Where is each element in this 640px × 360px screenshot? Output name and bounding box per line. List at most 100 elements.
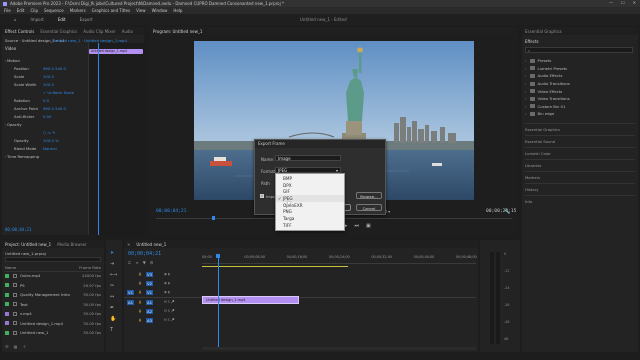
- format-option[interactable]: TIFF: [276, 222, 344, 229]
- track-name[interactable]: V3: [146, 271, 154, 277]
- timeline-playhead[interactable]: [217, 254, 219, 350]
- expand-arrow-icon[interactable]: ›: [525, 81, 527, 86]
- settings-icon[interactable]: 🔧: [504, 209, 510, 215]
- time-ruler[interactable]: 00;00 00;00;08;00 00;00;16;00 00;00;24;00 00…: [202, 254, 477, 264]
- effect-property-value[interactable]: 100.0: [43, 74, 83, 79]
- list-view-icon[interactable]: ☰: [5, 344, 9, 350]
- name-field[interactable]: Image: [275, 155, 341, 161]
- effect-property-value[interactable]: 0.0: [43, 98, 83, 103]
- expand-arrow-icon[interactable]: ›: [525, 104, 527, 109]
- menu-edit[interactable]: Edit: [17, 8, 25, 13]
- track-select-icon[interactable]: ⇥: [110, 261, 117, 267]
- menu-file[interactable]: File: [4, 8, 11, 13]
- effect-row[interactable]: Position 960.0 540.0: [2, 64, 88, 72]
- icon-view-icon[interactable]: ▦: [14, 344, 18, 350]
- panel-section-header[interactable]: Lumetri Color: [525, 147, 635, 156]
- effect-row[interactable]: ✓ Uniform Scale: [2, 88, 88, 96]
- tab-audio-mixer[interactable]: Audio Clip Mixer: [83, 29, 115, 34]
- effect-property-value[interactable]: 100.0: [43, 82, 83, 87]
- lock-icon[interactable]: 🔒: [138, 318, 142, 322]
- tab-sequence[interactable]: Untitled new_1: [136, 242, 166, 247]
- menu-graphics[interactable]: Graphics and Titles: [92, 8, 130, 13]
- effects-folder[interactable]: › Custom Bin 01: [525, 103, 635, 111]
- effect-property-value[interactable]: 960.0 540.0: [43, 66, 83, 71]
- expand-arrow-icon[interactable]: ›: [525, 111, 527, 116]
- effect-row[interactable]: Anchor Point 960.0 540.0: [2, 104, 88, 112]
- effect-row[interactable]: Opacity 100.0 %: [2, 136, 88, 144]
- effect-row[interactable]: Rotation 0.0: [2, 96, 88, 104]
- effects-folder[interactable]: › Video Effects: [525, 87, 635, 95]
- razor-tool-icon[interactable]: ✂: [110, 283, 117, 289]
- project-item[interactable]: Quality Management Intro 30.00 fps: [5, 290, 101, 300]
- lock-icon[interactable]: 🔒: [138, 290, 142, 294]
- track-name[interactable]: V2: [146, 280, 154, 286]
- menu-sequence[interactable]: Sequence: [44, 8, 64, 13]
- panel-section-header[interactable]: History: [525, 183, 635, 192]
- effect-row[interactable]: › Opacity: [2, 120, 88, 128]
- linked-icon[interactable]: ∞: [135, 260, 138, 265]
- track-name[interactable]: A3: [146, 317, 154, 323]
- panel-section-header[interactable]: Markers: [525, 171, 635, 180]
- timeline-timecode[interactable]: 00;00;04;21: [128, 251, 161, 257]
- project-item[interactable]: v.mp4 30.00 fps: [5, 309, 101, 319]
- export-frame-icon[interactable]: ▣: [366, 223, 371, 229]
- program-timecode[interactable]: 00;00;04;21: [156, 209, 186, 214]
- expand-arrow-icon[interactable]: ›: [525, 89, 527, 94]
- source-patch[interactable]: A1: [127, 299, 135, 305]
- lock-icon[interactable]: 🔒: [138, 281, 142, 285]
- col-rate[interactable]: Frame Rate: [79, 265, 101, 270]
- cancel-button[interactable]: Cancel: [356, 204, 382, 211]
- lock-icon[interactable]: 🔒: [138, 272, 142, 276]
- close-button[interactable]: ✕: [633, 0, 636, 5]
- track-name[interactable]: A2: [146, 308, 154, 314]
- expand-arrow-icon[interactable]: ›: [525, 58, 527, 63]
- home-icon[interactable]: ⌂: [14, 17, 17, 22]
- lock-icon[interactable]: 🔒: [138, 300, 142, 304]
- timeline-clip[interactable]: Untitled design_1.mp4: [202, 296, 300, 304]
- effect-row[interactable]: › Motion: [2, 56, 88, 64]
- type-tool-icon[interactable]: T: [110, 327, 117, 333]
- format-option[interactable]: PNG: [276, 208, 344, 215]
- import-checkbox[interactable]: ✓: [260, 194, 264, 198]
- program-playhead[interactable]: [212, 216, 215, 220]
- lock-icon[interactable]: 🔒: [138, 309, 142, 313]
- pen-tool-icon[interactable]: ✒: [110, 305, 117, 311]
- track-name[interactable]: A1: [146, 299, 154, 305]
- effect-row[interactable]: › Time Remapping: [2, 152, 88, 160]
- effect-row[interactable]: Anti-flicker 0.00: [2, 112, 88, 120]
- menu-clip[interactable]: Clip: [30, 8, 38, 13]
- tab-effect-controls[interactable]: Effect Controls: [5, 29, 34, 34]
- ripple-edit-icon[interactable]: ⟷: [110, 272, 117, 278]
- tab-edit[interactable]: Edit: [58, 17, 66, 22]
- expand-arrow-icon[interactable]: ›: [525, 66, 527, 71]
- effect-property-value[interactable]: 960.0 540.0: [43, 106, 83, 111]
- go-to-out-icon[interactable]: ⏭: [354, 223, 359, 229]
- panel-section-header[interactable]: Libraries: [525, 159, 635, 168]
- ec-timecode[interactable]: 00;00;04;21: [5, 227, 32, 232]
- tab-audio[interactable]: Audio: [122, 29, 133, 34]
- new-item-icon[interactable]: ＋: [22, 344, 26, 350]
- wrench-icon[interactable]: ⚙: [150, 260, 154, 265]
- effect-row[interactable]: Scale Width 100.0: [2, 80, 88, 88]
- project-item[interactable]: Untitled design_1.mp4 30.00 fps: [5, 319, 101, 329]
- format-option[interactable]: Targa: [276, 215, 344, 222]
- timeline-scrollbar[interactable]: [202, 347, 476, 350]
- menu-window[interactable]: Window: [152, 8, 168, 13]
- panel-section-header[interactable]: Info: [525, 195, 635, 204]
- hand-tool-icon[interactable]: ✋: [110, 316, 117, 322]
- effects-folder[interactable]: › Video Transitions: [525, 95, 635, 103]
- effect-row[interactable]: Blend Mode Normal: [2, 144, 88, 152]
- project-item[interactable]: Untitled new_1 30.00 fps: [5, 328, 101, 338]
- project-item[interactable]: P5 29.97 fps: [5, 281, 101, 291]
- track-name[interactable]: V1: [146, 289, 154, 295]
- effect-property-value[interactable]: 0.00: [43, 114, 83, 119]
- project-item[interactable]: Text 30.00 fps: [5, 300, 101, 310]
- selection-tool-icon[interactable]: ➤: [110, 250, 117, 256]
- menu-help[interactable]: Help: [173, 8, 182, 13]
- browse-button[interactable]: Browse...: [356, 192, 382, 199]
- marker-icon[interactable]: ▼: [143, 260, 146, 265]
- slip-tool-icon[interactable]: ↔: [110, 294, 117, 300]
- work-area-bar[interactable]: [202, 266, 348, 267]
- effect-property-value[interactable]: Normal: [43, 146, 83, 151]
- tab-export[interactable]: Export: [80, 17, 93, 22]
